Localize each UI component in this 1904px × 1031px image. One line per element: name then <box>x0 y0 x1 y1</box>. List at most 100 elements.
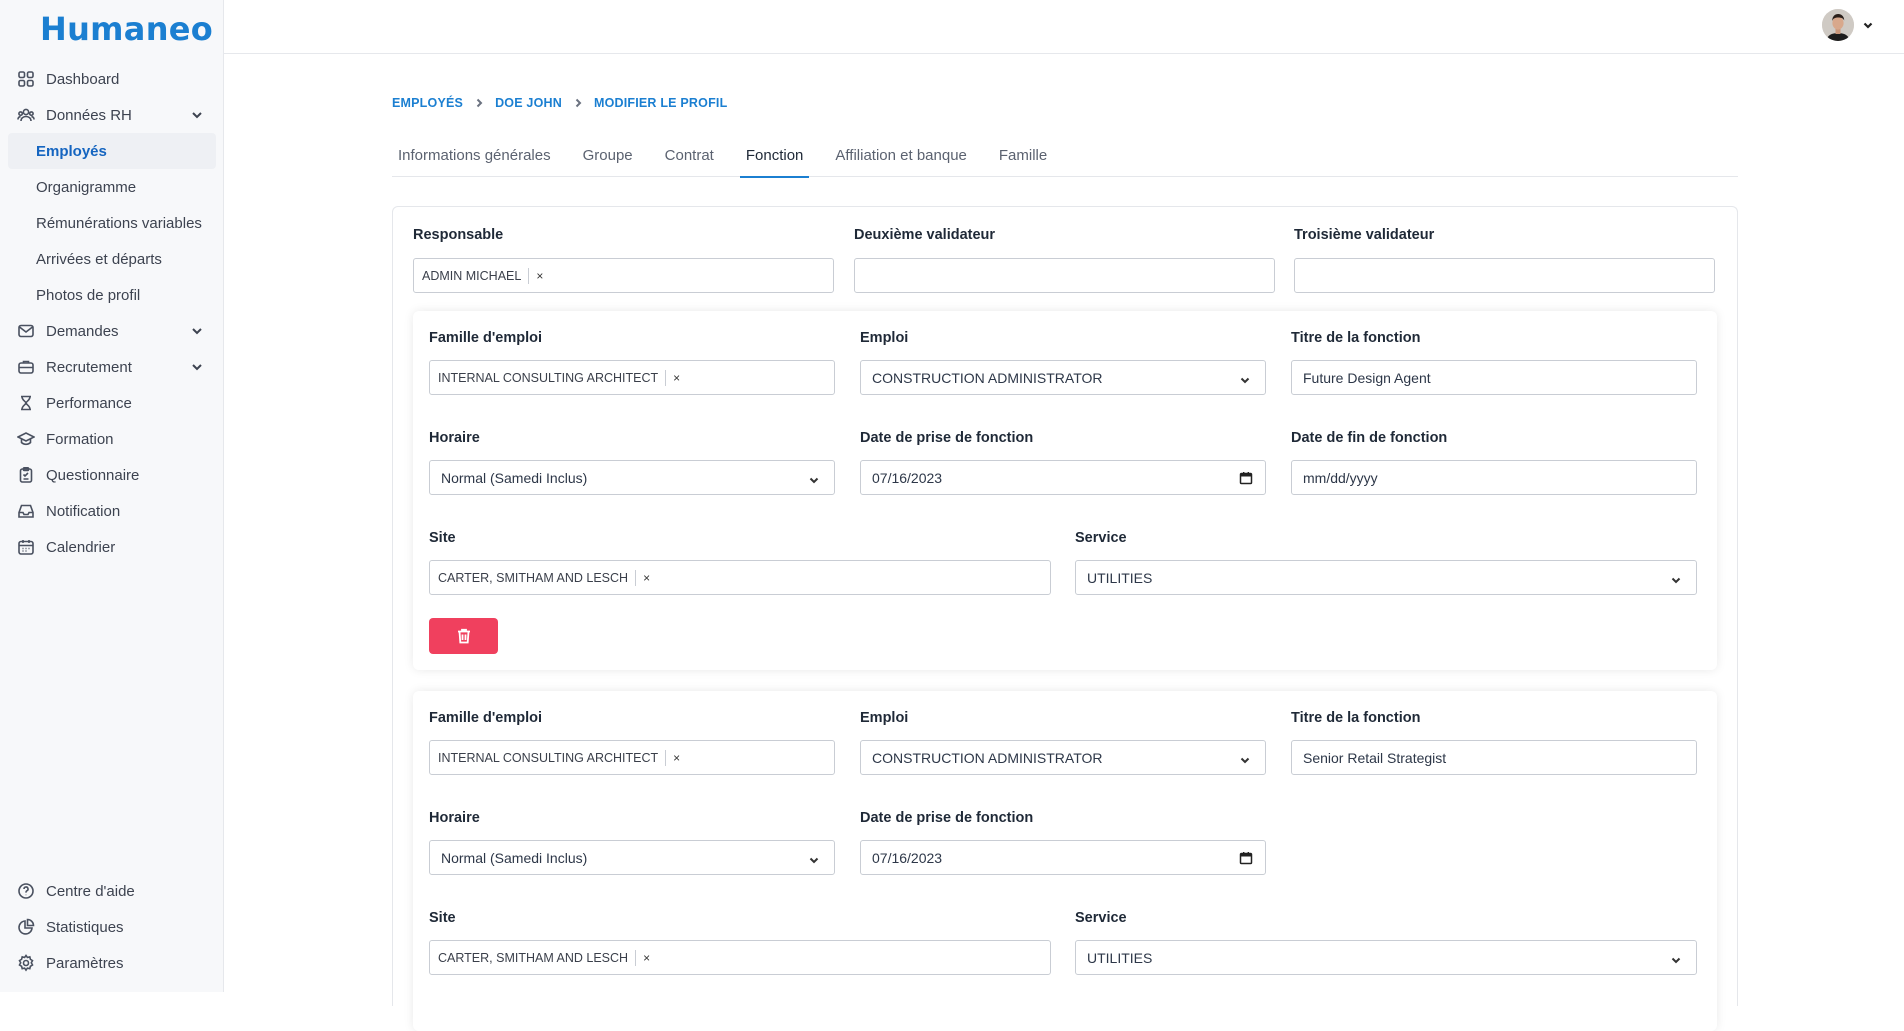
tag-divider <box>665 369 667 386</box>
chevron-right-icon <box>573 98 583 108</box>
horaire-select[interactable]: Normal (Samedi Inclus) <box>429 460 835 495</box>
chevron-down-icon[interactable] <box>1862 18 1874 30</box>
famille-emploi-label: Famille d'emploi <box>429 330 543 346</box>
tab-contrat[interactable]: Contrat <box>659 134 720 177</box>
sidebar-subitem-employes[interactable]: Employés <box>8 133 216 169</box>
remove-tag-icon[interactable]: × <box>643 951 650 965</box>
sidebar-item-centre-aide[interactable]: Centre d'aide <box>0 873 224 909</box>
remove-tag-icon[interactable]: × <box>643 571 650 585</box>
service-value: UTILITIES <box>1087 569 1153 586</box>
sidebar-item-performance[interactable]: Performance <box>0 385 224 421</box>
chevron-down-icon[interactable] <box>190 360 204 374</box>
titre-fonction-input[interactable]: Senior Retail Strategist <box>1291 740 1697 775</box>
remove-tag-icon[interactable]: × <box>536 269 543 283</box>
date-fin-fonction-input[interactable]: mm/dd/yyyy <box>1291 460 1697 495</box>
date-prise-fonction-label: Date de prise de fonction <box>860 430 1034 446</box>
service-value: UTILITIES <box>1087 949 1153 966</box>
breadcrumb: EMPLOYÉS DOE JOHN MODIFIER LE PROFIL <box>392 96 727 110</box>
sidebar-item-parametres[interactable]: Paramètres <box>0 945 224 981</box>
tab-informations-generales[interactable]: Informations générales <box>392 134 557 177</box>
horaire-label: Horaire <box>429 430 480 446</box>
sidebar-bottom-nav: Centre d'aide Statistiques Paramètres <box>0 873 224 981</box>
sidebar-item-statistiques[interactable]: Statistiques <box>0 909 224 945</box>
horaire-select[interactable]: Normal (Samedi Inclus) <box>429 840 835 875</box>
service-select[interactable]: UTILITIES <box>1075 940 1697 975</box>
famille-emploi-tag-label: INTERNAL CONSULTING ARCHITECT <box>438 370 659 385</box>
tag-divider <box>528 267 530 284</box>
avatar[interactable] <box>1822 9 1854 41</box>
deuxieme-validateur-label: Deuxième validateur <box>854 227 996 243</box>
tab-affiliation-banque[interactable]: Affiliation et banque <box>829 134 973 177</box>
chevron-down-icon[interactable] <box>190 108 204 122</box>
sidebar-item-demandes[interactable]: Demandes <box>0 313 224 349</box>
chevron-down-icon[interactable] <box>190 324 204 338</box>
sidebar-item-label: Formation <box>46 430 114 448</box>
tab-groupe[interactable]: Groupe <box>577 134 639 177</box>
tab-fonction[interactable]: Fonction <box>739 134 810 178</box>
troisieme-validateur-field[interactable] <box>1294 258 1715 293</box>
date-fin-fonction-label: Date de fin de fonction <box>1291 430 1448 446</box>
remove-tag-icon[interactable]: × <box>673 751 680 765</box>
mail-icon <box>17 322 35 340</box>
tag-divider <box>635 569 637 586</box>
site-field[interactable]: CARTER, SMITHAM AND LESCH × <box>429 560 1051 595</box>
emploi-select[interactable]: CONSTRUCTION ADMINISTRATOR <box>860 740 1266 775</box>
clipboard-icon <box>17 466 35 484</box>
emploi-value: CONSTRUCTION ADMINISTRATOR <box>872 369 1103 386</box>
site-tag: CARTER, SMITHAM AND LESCH × <box>430 949 650 966</box>
site-tag: CARTER, SMITHAM AND LESCH × <box>430 569 650 586</box>
horaire-label: Horaire <box>429 810 480 826</box>
date-prise-fonction-value: 07/16/2023 <box>872 469 943 486</box>
help-icon <box>17 882 35 900</box>
date-prise-fonction-input[interactable]: 07/16/2023 <box>860 840 1266 875</box>
chevron-down-icon <box>1670 953 1682 965</box>
remove-tag-icon[interactable]: × <box>673 371 680 385</box>
emploi-select[interactable]: CONSTRUCTION ADMINISTRATOR <box>860 360 1266 395</box>
breadcrumb-employes[interactable]: EMPLOYÉS <box>392 96 463 110</box>
sidebar-item-label: Questionnaire <box>46 466 140 484</box>
topbar <box>224 0 1904 54</box>
chevron-down-icon <box>1670 573 1682 585</box>
calendar-icon[interactable] <box>1239 851 1253 865</box>
sidebar-item-label: Paramètres <box>46 954 124 972</box>
delete-fonction-button[interactable] <box>429 618 498 654</box>
site-label: Site <box>429 910 456 926</box>
deuxieme-validateur-field[interactable] <box>854 258 1275 293</box>
pie-chart-icon <box>17 918 35 936</box>
site-tag-label: CARTER, SMITHAM AND LESCH <box>438 950 629 965</box>
sidebar-subitem-remunerations[interactable]: Rémunérations variables <box>0 205 224 241</box>
sidebar-item-donnees-rh[interactable]: Données RH <box>0 97 224 133</box>
sidebar-subitem-organigramme[interactable]: Organigramme <box>0 169 224 205</box>
calendar-icon[interactable] <box>1239 471 1253 485</box>
famille-emploi-field[interactable]: INTERNAL CONSULTING ARCHITECT × <box>429 360 835 395</box>
sidebar-item-label: Statistiques <box>46 918 124 936</box>
tab-famille[interactable]: Famille <box>993 134 1053 177</box>
sidebar-item-calendrier[interactable]: Calendrier <box>0 529 224 565</box>
sidebar-item-questionnaire[interactable]: Questionnaire <box>0 457 224 493</box>
famille-emploi-tag: INTERNAL CONSULTING ARCHITECT × <box>430 749 680 766</box>
sidebar-subitem-photos[interactable]: Photos de profil <box>0 277 224 313</box>
famille-emploi-field[interactable]: INTERNAL CONSULTING ARCHITECT × <box>429 740 835 775</box>
sidebar-item-dashboard[interactable]: Dashboard <box>0 61 224 97</box>
site-field[interactable]: CARTER, SMITHAM AND LESCH × <box>429 940 1051 975</box>
sidebar-subitem-arrivees-departs[interactable]: Arrivées et départs <box>0 241 224 277</box>
sidebar-item-label: Dashboard <box>46 70 120 88</box>
chevron-down-icon <box>1239 373 1251 385</box>
titre-fonction-label: Titre de la fonction <box>1291 330 1421 346</box>
inbox-icon <box>17 502 35 520</box>
date-prise-fonction-input[interactable]: 07/16/2023 <box>860 460 1266 495</box>
titre-fonction-input[interactable]: Future Design Agent <box>1291 360 1697 395</box>
responsable-field[interactable]: ADMIN MICHAEL × <box>413 258 834 293</box>
user-avatar-icon <box>1822 9 1854 41</box>
sidebar-item-recrutement[interactable]: Recrutement <box>0 349 224 385</box>
emploi-value: CONSTRUCTION ADMINISTRATOR <box>872 749 1103 766</box>
sidebar-item-formation[interactable]: Formation <box>0 421 224 457</box>
app-logo[interactable]: Humaneo <box>40 10 213 48</box>
breadcrumb-doe-john[interactable]: DOE JOHN <box>495 96 562 110</box>
breadcrumb-modifier-profil[interactable]: MODIFIER LE PROFIL <box>594 96 727 110</box>
service-select[interactable]: UTILITIES <box>1075 560 1697 595</box>
fonction-card: Famille d'emploi INTERNAL CONSULTING ARC… <box>413 311 1717 670</box>
sidebar-item-notification[interactable]: Notification <box>0 493 224 529</box>
famille-emploi-label: Famille d'emploi <box>429 710 543 726</box>
sidebar-item-label: Centre d'aide <box>46 882 135 900</box>
